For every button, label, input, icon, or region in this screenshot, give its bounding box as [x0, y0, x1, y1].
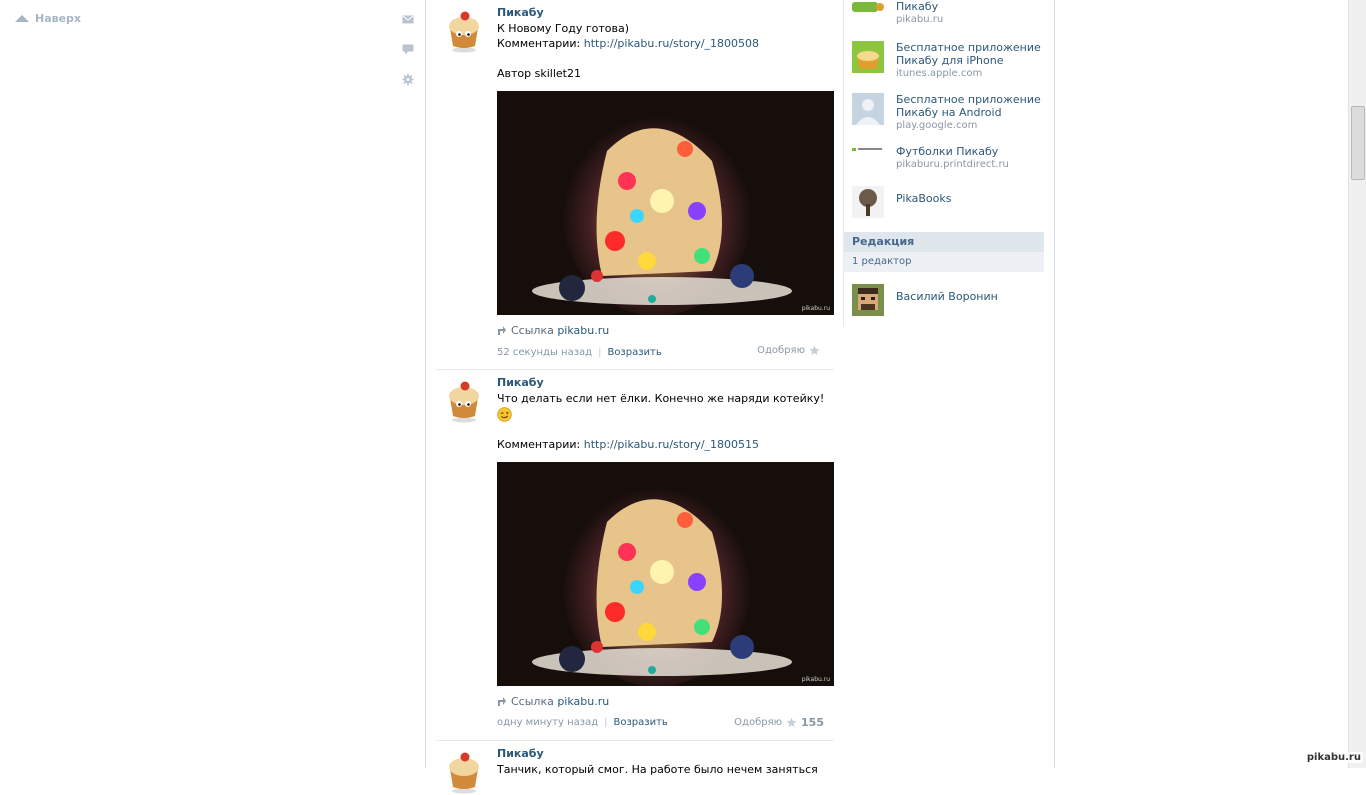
- scroll-to-top-label: Наверх: [35, 12, 82, 25]
- sidebar-link-title: Пикабу: [896, 0, 939, 13]
- cupcake-avatar-icon[interactable]: [442, 374, 486, 424]
- source-row: Ссылка pikabu.ru: [497, 324, 834, 337]
- sidebar-link-pikabu[interactable]: Пикабу pikabu.ru: [852, 0, 1044, 26]
- sidebar-link-title: Бесплатное приложение Пикабу для iPhone: [896, 41, 1041, 67]
- like-count: 155: [801, 715, 824, 729]
- source-label: Ссылка: [511, 324, 558, 337]
- sidebar-link-pikabooks[interactable]: PikaBooks: [852, 186, 1044, 218]
- christmas-cat-image: [497, 461, 834, 686]
- star-icon: [809, 345, 820, 356]
- like-button[interactable]: Одобряю 155: [734, 716, 824, 729]
- sidebar-link-domain: play.google.com: [896, 120, 978, 131]
- comments-label: Комментарии:: [497, 437, 584, 451]
- source-link[interactable]: pikabu.ru: [557, 695, 609, 708]
- post-line: Что делать если нет ёлки. Конечно же нар…: [497, 392, 825, 405]
- share-arrow-icon: [498, 326, 506, 335]
- sidebar-link-domain: itunes.apple.com: [896, 68, 983, 79]
- like-label: Одобряю: [734, 716, 783, 728]
- post-line: Танчик, который смог. На работе было неч…: [497, 762, 818, 776]
- cupcake-avatar-icon[interactable]: [442, 745, 486, 795]
- post-author[interactable]: Пикабу: [497, 747, 834, 760]
- sidebar-link-tshirts[interactable]: Футболки Пикабу pikaburu.printdirect.ru: [852, 145, 1044, 171]
- iphone-app-icon: [852, 41, 884, 73]
- post-photo[interactable]: pikabu.ru: [497, 461, 834, 686]
- sidebar-link-iphone[interactable]: Бесплатное приложение Пикабу для iPhone …: [852, 41, 1044, 80]
- christmas-cat-image: [497, 91, 834, 315]
- photo-watermark: pikabu.ru: [801, 305, 830, 312]
- post-meta: одну минуту назад | Возразить Одобряю 15…: [497, 716, 834, 730]
- post-text: Что делать если нет ёлки. Конечно же нар…: [497, 391, 834, 452]
- arrow-up-icon: [15, 15, 29, 22]
- editor-name: Василий Воронин: [896, 290, 998, 303]
- sidebar-link-domain: pikaburu.printdirect.ru: [896, 159, 1009, 170]
- wink-smiley-icon: [497, 406, 512, 422]
- post-text: Танчик, который смог. На работе было неч…: [497, 762, 834, 777]
- reply-link[interactable]: Возразить: [607, 347, 661, 358]
- gear-icon[interactable]: [402, 74, 414, 85]
- post-text: К Новому Году готова) Комментарии: http:…: [497, 21, 834, 81]
- default-avatar: [852, 93, 884, 125]
- wall-post: Пикабу Танчик, который смог. На работе б…: [436, 741, 834, 793]
- star-icon: [786, 716, 797, 727]
- sidebar-link-android[interactable]: Бесплатное приложение Пикабу на Android …: [852, 93, 1044, 132]
- scrollbar-thumb[interactable]: [1351, 106, 1365, 180]
- scroll-to-top-link[interactable]: Наверх: [15, 12, 81, 25]
- post-author[interactable]: Пикабу: [497, 376, 834, 389]
- cupcake-avatar-icon[interactable]: [442, 4, 486, 54]
- comments-link[interactable]: http://pikabu.ru/story/_1800508: [584, 37, 759, 50]
- wall-post: Пикабу Что делать если нет ёлки. Конечно…: [436, 370, 834, 741]
- mail-icon[interactable]: [402, 14, 414, 25]
- wall-feed: Пикабу К Новому Году готова) Комментарии…: [436, 0, 834, 793]
- post-author[interactable]: Пикабу: [497, 6, 834, 19]
- editors-count[interactable]: 1 редактор: [844, 252, 1044, 272]
- meta-separator: |: [604, 717, 608, 728]
- sidebar-link-title: PikaBooks: [896, 192, 952, 205]
- like-button[interactable]: Одобряю: [757, 345, 824, 356]
- meta-separator: |: [598, 346, 602, 358]
- sidebar-link-title: Футболки Пикабу: [896, 145, 999, 158]
- reply-link[interactable]: Возразить: [614, 717, 668, 728]
- author-credit: Автор skillet21: [497, 67, 581, 80]
- comments-link[interactable]: http://pikabu.ru/story/_1800515: [584, 438, 759, 451]
- vertical-scrollbar[interactable]: [1348, 0, 1366, 768]
- editor-avatar: [852, 284, 884, 316]
- sidebar-link-title: Бесплатное приложение Пикабу на Android: [896, 93, 1041, 119]
- post-meta: 52 секунды назад | Возразить Одобряю: [497, 345, 834, 359]
- share-arrow-icon: [498, 696, 506, 706]
- source-row: Ссылка pikabu.ru: [497, 695, 834, 708]
- post-time[interactable]: одну минуту назад: [497, 717, 598, 728]
- site-watermark: pikabu.ru: [1304, 752, 1363, 763]
- like-label: Одобряю: [757, 345, 805, 356]
- pikabu-logo: [852, 2, 884, 12]
- editors-header[interactable]: Редакция: [844, 232, 1044, 252]
- wall-post: Пикабу К Новому Году готова) Комментарии…: [436, 0, 834, 370]
- printdirect-logo: [852, 145, 884, 153]
- sidebar-link-domain: pikabu.ru: [896, 14, 944, 25]
- source-link[interactable]: pikabu.ru: [557, 324, 609, 337]
- post-line: К Новому Году готова): [497, 22, 630, 35]
- right-sidebar: Пикабу pikabu.ru Бесплатное приложение П…: [843, 0, 1044, 326]
- tree-icon: [852, 186, 884, 218]
- comment-icon[interactable]: [402, 44, 414, 55]
- post-photo[interactable]: pikabu.ru: [497, 91, 834, 315]
- comments-label: Комментарии:: [497, 37, 584, 50]
- main-column: Пикабу К Новому Году готова) Комментарии…: [425, 0, 1055, 793]
- photo-watermark: pikabu.ru: [801, 675, 830, 683]
- editor-item[interactable]: Василий Воронин: [852, 284, 1044, 316]
- post-time[interactable]: 52 секунды назад: [497, 347, 592, 358]
- source-label: Ссылка: [511, 694, 558, 708]
